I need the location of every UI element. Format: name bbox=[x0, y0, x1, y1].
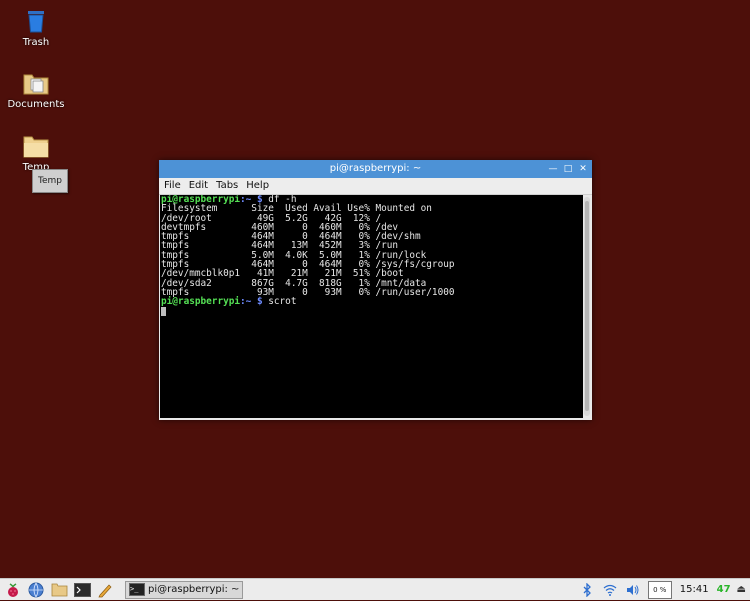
desktop-icon-label: Documents bbox=[7, 99, 65, 110]
globe-icon bbox=[28, 582, 44, 597]
menu-tabs[interactable]: Tabs bbox=[216, 178, 238, 194]
text-editor-launcher[interactable] bbox=[95, 581, 115, 599]
menu-help[interactable]: Help bbox=[246, 178, 269, 194]
desktop-icon-trash[interactable]: Trash bbox=[0, 8, 72, 48]
terminal-launcher[interactable] bbox=[72, 581, 92, 599]
cpu-monitor[interactable]: 0 % bbox=[647, 580, 672, 599]
menu-edit[interactable]: Edit bbox=[189, 178, 208, 194]
desktop-icon-documents[interactable]: Documents bbox=[0, 70, 72, 110]
window-controls: — □ ✕ bbox=[548, 160, 588, 178]
folder-icon bbox=[23, 136, 49, 158]
terminal-scrollbar[interactable] bbox=[584, 197, 590, 416]
tooltip: Temp bbox=[32, 169, 68, 193]
terminal-line: pi@raspberrypi:~ $ scrot bbox=[161, 297, 583, 306]
clock[interactable]: 15:41 bbox=[680, 584, 709, 595]
close-button[interactable]: ✕ bbox=[578, 164, 588, 174]
raspberry-menu-button[interactable] bbox=[3, 581, 23, 599]
prompt-path: :~ $ bbox=[240, 296, 263, 308]
command-text: scrot bbox=[262, 296, 297, 308]
eject-icon[interactable]: ⏏ bbox=[737, 584, 746, 595]
pencil-icon bbox=[98, 583, 112, 597]
menu-bar: File Edit Tabs Help bbox=[159, 178, 592, 195]
trash-icon bbox=[28, 11, 44, 33]
documents-folder-icon bbox=[23, 74, 49, 95]
desktop-icon-label: Trash bbox=[22, 37, 50, 48]
maximize-button[interactable]: □ bbox=[563, 164, 573, 174]
browser-launcher[interactable] bbox=[26, 581, 46, 599]
taskbar-window-button[interactable]: >_ pi@raspberrypi: ~ bbox=[125, 580, 243, 599]
raspberry-icon bbox=[8, 582, 18, 597]
window-titlebar[interactable]: pi@raspberrypi: ~ — □ ✕ bbox=[159, 160, 592, 178]
prompt-user: pi@raspberrypi bbox=[161, 296, 241, 308]
minimize-button[interactable]: — bbox=[548, 164, 558, 174]
volume-icon[interactable] bbox=[624, 581, 642, 599]
terminal-icon bbox=[73, 582, 91, 597]
cpu-temperature[interactable]: 47 bbox=[717, 584, 731, 595]
menu-file[interactable]: File bbox=[164, 178, 181, 194]
terminal-output[interactable]: pi@raspberrypi:~ $ df -h Filesystem Size… bbox=[160, 195, 583, 418]
terminal-window: pi@raspberrypi: ~ — □ ✕ File Edit Tabs H… bbox=[159, 160, 592, 420]
text-cursor bbox=[161, 306, 166, 316]
taskbar: >_ pi@raspberrypi: ~ 0 % 15:41 47 ⏏ bbox=[0, 578, 750, 600]
bluetooth-icon[interactable] bbox=[578, 581, 596, 599]
desktop-icon-temp[interactable]: Temp bbox=[0, 133, 72, 173]
file-manager-launcher[interactable] bbox=[49, 581, 69, 599]
window-title: pi@raspberrypi: ~ bbox=[329, 163, 422, 174]
wifi-icon[interactable] bbox=[601, 581, 619, 599]
terminal-cursor-line bbox=[161, 306, 583, 316]
folder-icon bbox=[51, 583, 67, 597]
system-tray: 0 % 15:41 47 ⏏ bbox=[573, 579, 750, 601]
scrollbar-thumb[interactable] bbox=[585, 201, 589, 411]
taskbar-window-label: pi@raspberrypi: ~ bbox=[148, 584, 240, 595]
terminal-icon: >_ bbox=[129, 583, 145, 596]
